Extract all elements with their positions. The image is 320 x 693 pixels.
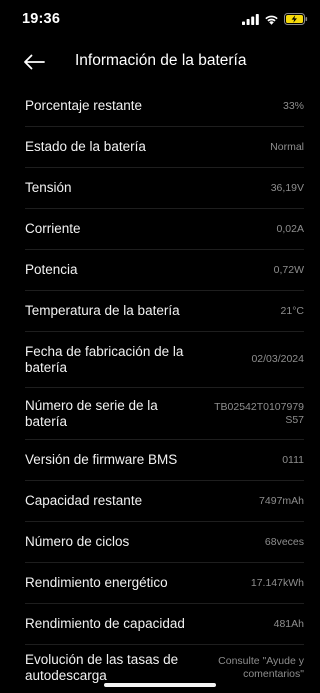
row-bms-firmware[interactable]: Versión de firmware BMS 0111 [25,440,304,481]
signal-icon [242,13,259,25]
row-label: Fecha de fabricación de la batería [25,343,184,375]
header: Información de la batería [0,42,320,82]
row-value: 481Ah [273,617,304,630]
row-label: Rendimiento de capacidad [25,616,185,631]
row-label: Temperatura de la batería [25,303,180,318]
page-title: Información de la batería [75,52,247,69]
row-label: Potencia [25,262,78,277]
row-value: 7497mAh [259,494,304,507]
row-power[interactable]: Potencia 0,72W [25,250,304,291]
row-label: Rendimiento energético [25,575,168,590]
row-value: 33% [282,99,304,112]
row-remaining-capacity[interactable]: Capacidad restante 7497mAh [25,481,304,522]
back-button[interactable] [18,50,50,74]
row-serial-number[interactable]: Número de serie de la batería TB02542T01… [25,388,304,440]
row-label: Capacidad restante [25,493,143,508]
row-cycle-count[interactable]: Número de ciclos 68veces [25,522,304,563]
row-label: Número de serie de la batería [25,397,158,429]
row-label: Versión de firmware BMS [25,452,178,467]
row-remaining-percentage[interactable]: Porcentaje restante 33% [25,86,304,127]
row-voltage[interactable]: Tensión 36,19V [25,168,304,209]
status-icons [242,12,308,26]
home-indicator[interactable] [104,683,216,687]
row-label: Corriente [25,221,81,236]
row-label: Tensión [25,180,72,195]
row-value: 02/03/2024 [251,353,304,365]
row-value: 0111 [282,453,304,466]
status-bar: 19:36 [0,0,320,40]
row-value: 36,19V [270,181,304,194]
row-energy-throughput[interactable]: Rendimiento energético 17.147kWh [25,563,304,604]
battery-info-list: Porcentaje restante 33% Estado de la bat… [0,86,320,691]
row-value: TB02542T0107979 S57 [214,400,304,426]
battery-charging-icon [284,13,308,25]
row-value: 68veces [264,535,304,548]
row-value: 17.147kWh [250,576,304,589]
row-label: Evolución de las tasas de autodescarga [25,652,179,683]
row-value: 0,72W [273,263,304,276]
row-value: 0,02A [276,222,304,235]
row-value: 21°C [280,304,304,317]
row-battery-temperature[interactable]: Temperatura de la batería 21°C [25,291,304,332]
row-label: Número de ciclos [25,534,130,549]
row-manufacture-date[interactable]: Fecha de fabricación de la batería 02/03… [25,332,304,388]
status-time: 19:36 [22,11,61,27]
row-capacity-throughput[interactable]: Rendimiento de capacidad 481Ah [25,604,304,645]
row-label: Porcentaje restante [25,98,143,113]
row-value: Normal [270,140,304,153]
battery-info-screen: 19:36 Información de la batería Porcenta… [0,0,320,693]
arrow-left-icon [24,54,45,70]
row-battery-state[interactable]: Estado de la batería Normal [25,127,304,168]
row-label: Estado de la batería [25,139,146,154]
wifi-icon [264,14,279,25]
row-current[interactable]: Corriente 0,02A [25,209,304,250]
row-value: Consulte "Ayude y comentarios" [218,655,304,680]
